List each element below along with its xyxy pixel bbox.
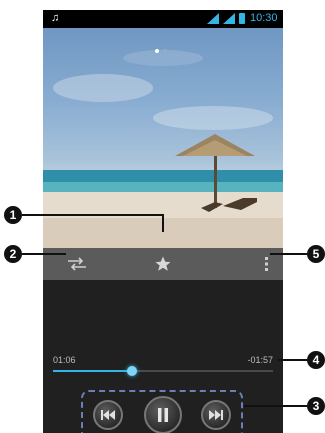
favorite-star-icon [155, 256, 171, 271]
callout-2-leader [22, 253, 66, 255]
callout-5: 5 [307, 245, 325, 263]
remaining-time: -01:57 [247, 355, 273, 365]
page-indicator [155, 40, 171, 58]
player-controls-panel: 01:06 -01:57 [43, 280, 283, 433]
shuffle-icon [68, 257, 86, 271]
page-dot [163, 49, 167, 53]
battery-icon [239, 13, 245, 24]
previous-track-icon [101, 410, 115, 420]
callout-1-leader-v [162, 214, 164, 232]
pause-button[interactable] [144, 396, 182, 433]
callout-4-leader [278, 359, 307, 361]
callout-5-leader [270, 253, 307, 255]
pause-icon [158, 408, 168, 422]
callout-3-leader [244, 405, 307, 407]
callout-1: 1 [4, 206, 22, 224]
more-menu-icon [265, 257, 268, 271]
shuffle-button[interactable] [65, 248, 89, 280]
next-track-icon [209, 410, 223, 420]
callout-3: 3 [307, 397, 325, 415]
progress-bar[interactable] [53, 366, 273, 376]
progress-thumb[interactable] [127, 366, 138, 376]
next-track-button[interactable] [201, 400, 231, 430]
page-dot-active [155, 49, 159, 53]
playback-controls [81, 390, 243, 433]
callout-1-leader [22, 214, 163, 216]
status-time: 10:30 [250, 12, 278, 24]
callout-4: 4 [307, 351, 325, 369]
progress-fill [53, 370, 133, 372]
elapsed-time: 01:06 [53, 355, 76, 365]
controls-row [43, 248, 283, 280]
callout-2: 2 [4, 245, 22, 263]
wifi-signal-icon [207, 13, 219, 24]
favorite-button[interactable] [151, 248, 175, 280]
cell-signal-icon [223, 13, 235, 24]
previous-track-button[interactable] [93, 400, 123, 430]
status-bar: ♫ 10:30 [43, 10, 283, 28]
music-note-icon: ♫ [51, 12, 60, 24]
